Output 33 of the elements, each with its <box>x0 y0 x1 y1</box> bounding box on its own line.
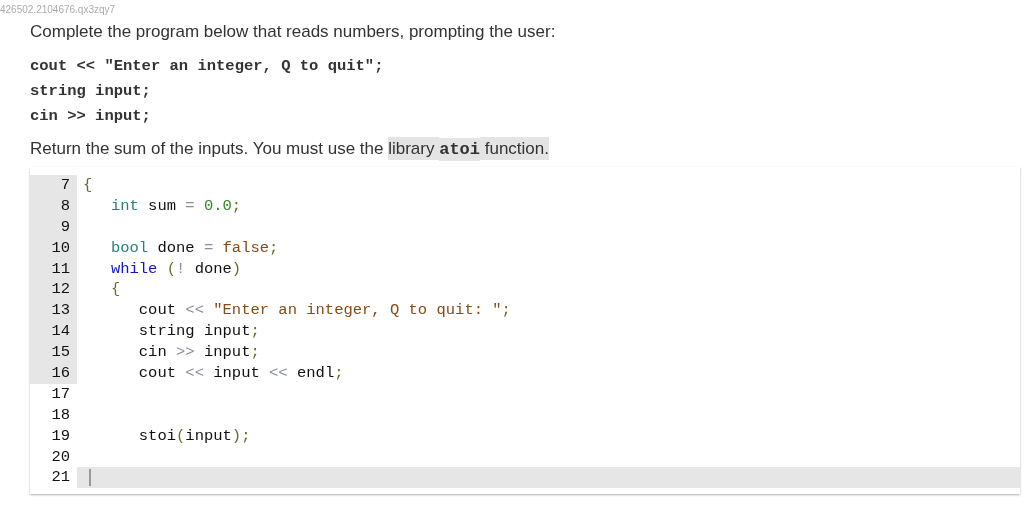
line-number: 18 <box>50 404 71 426</box>
line-number: 15 <box>30 342 77 363</box>
code-line: bool done = false; <box>109 237 280 259</box>
line-number: 11 <box>30 258 77 280</box>
line-number: 12 <box>30 279 77 301</box>
line-number: 13 <box>30 300 77 322</box>
code-line: cout << input << endl; <box>137 363 345 384</box>
code-line: stoi(input); <box>137 425 252 447</box>
code-line: { <box>82 175 94 196</box>
sample-code-line: string input; <box>30 81 152 102</box>
line-number: 7 <box>30 175 77 196</box>
code-line: cout << "Enter an integer, Q to quit: "; <box>137 300 512 322</box>
line-number: 9 <box>30 216 77 238</box>
line-number: 17 <box>50 383 71 405</box>
code-line: while (! done) <box>109 258 243 280</box>
code-line: int sum = 0.0; <box>109 195 243 217</box>
question-id: 426502.2104676.qx3zqy7 <box>0 3 117 16</box>
prompt-text: Complete the program below that reads numbers, prompting the user: <box>30 22 557 42</box>
code-line: string input; <box>137 321 261 343</box>
line-number: 8 <box>30 195 77 217</box>
line-number: 16 <box>30 363 77 384</box>
sample-code-line: cin >> input; <box>30 106 152 127</box>
code-line: { <box>109 279 122 301</box>
instruction-text: Return the sum of the inputs. You must use the library atoi function. <box>30 139 549 159</box>
code-editor[interactable]: 7 { 8 int sum = 0.0; 9 10 bool done = false; 11 while (! done) 12 { 13 cout << "Enter an integer, Q to quit: "; 14 string input; 15 cin >> input; 16 cout << input << endl; 17 18 19 stoi(input); 20 21 <box>30 167 1020 495</box>
line-number: 21 <box>50 467 71 489</box>
line-number: 19 <box>50 425 71 447</box>
sample-code-line: cout << "Enter an integer, Q to quit"; <box>30 56 385 77</box>
line-number: 20 <box>50 446 71 468</box>
line-number: 10 <box>30 237 77 259</box>
text-cursor <box>89 469 91 487</box>
line-number: 14 <box>30 321 77 343</box>
code-line: cin >> input; <box>137 342 261 363</box>
